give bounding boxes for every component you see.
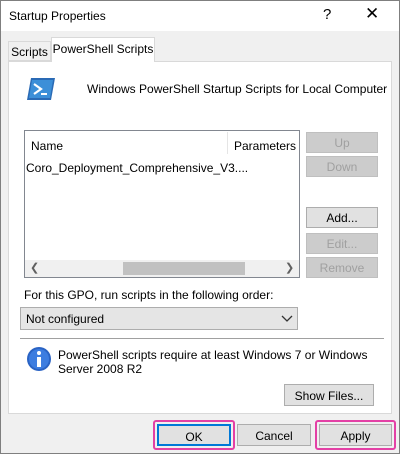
list-item[interactable]: Coro_Deployment_Comprehensive_V3....	[26, 161, 248, 175]
scroll-thumb[interactable]	[123, 262, 245, 275]
ok-button[interactable]: OK	[157, 424, 231, 446]
cancel-button[interactable]: Cancel	[237, 424, 311, 446]
order-label: For this GPO, run scripts in the followi…	[24, 288, 274, 302]
order-dropdown-value: Not configured	[26, 312, 105, 326]
down-button[interactable]: Down	[306, 156, 378, 177]
column-divider[interactable]	[227, 132, 228, 154]
close-button[interactable]: ✕	[365, 4, 379, 24]
column-header-name[interactable]: Name	[31, 139, 63, 153]
horizontal-scrollbar[interactable]: ❮ ❯	[25, 260, 299, 277]
apply-button[interactable]: Apply	[319, 424, 392, 446]
chevron-down-icon	[281, 315, 293, 322]
add-button[interactable]: Add...	[306, 207, 378, 228]
column-header-parameters[interactable]: Parameters	[234, 139, 296, 153]
info-icon	[27, 347, 51, 371]
title-bar: Startup Properties ? ✕	[1, 1, 399, 31]
separator	[20, 338, 384, 339]
scripts-list[interactable]: Name Parameters Coro_Deployment_Comprehe…	[24, 130, 300, 278]
remove-button[interactable]: Remove	[306, 257, 378, 278]
edit-button[interactable]: Edit...	[306, 233, 378, 254]
scroll-left-icon[interactable]: ❮	[30, 261, 39, 274]
help-button[interactable]: ?	[323, 6, 331, 23]
info-message: PowerShell scripts require at least Wind…	[58, 348, 368, 376]
show-files-button[interactable]: Show Files...	[284, 384, 374, 406]
panel-heading: Windows PowerShell Startup Scripts for L…	[87, 82, 388, 96]
scroll-right-icon[interactable]: ❯	[285, 261, 294, 274]
powershell-icon	[27, 78, 55, 100]
tab-panel: Windows PowerShell Startup Scripts for L…	[8, 61, 392, 414]
order-dropdown[interactable]: Not configured	[20, 307, 298, 330]
startup-properties-dialog: Startup Properties ? ✕ Scripts PowerShel…	[0, 0, 400, 454]
up-button[interactable]: Up	[306, 132, 378, 153]
tab-powershell-scripts[interactable]: PowerShell Scripts	[51, 37, 155, 62]
window-title: Startup Properties	[9, 9, 106, 23]
tab-scripts[interactable]: Scripts	[8, 41, 51, 61]
